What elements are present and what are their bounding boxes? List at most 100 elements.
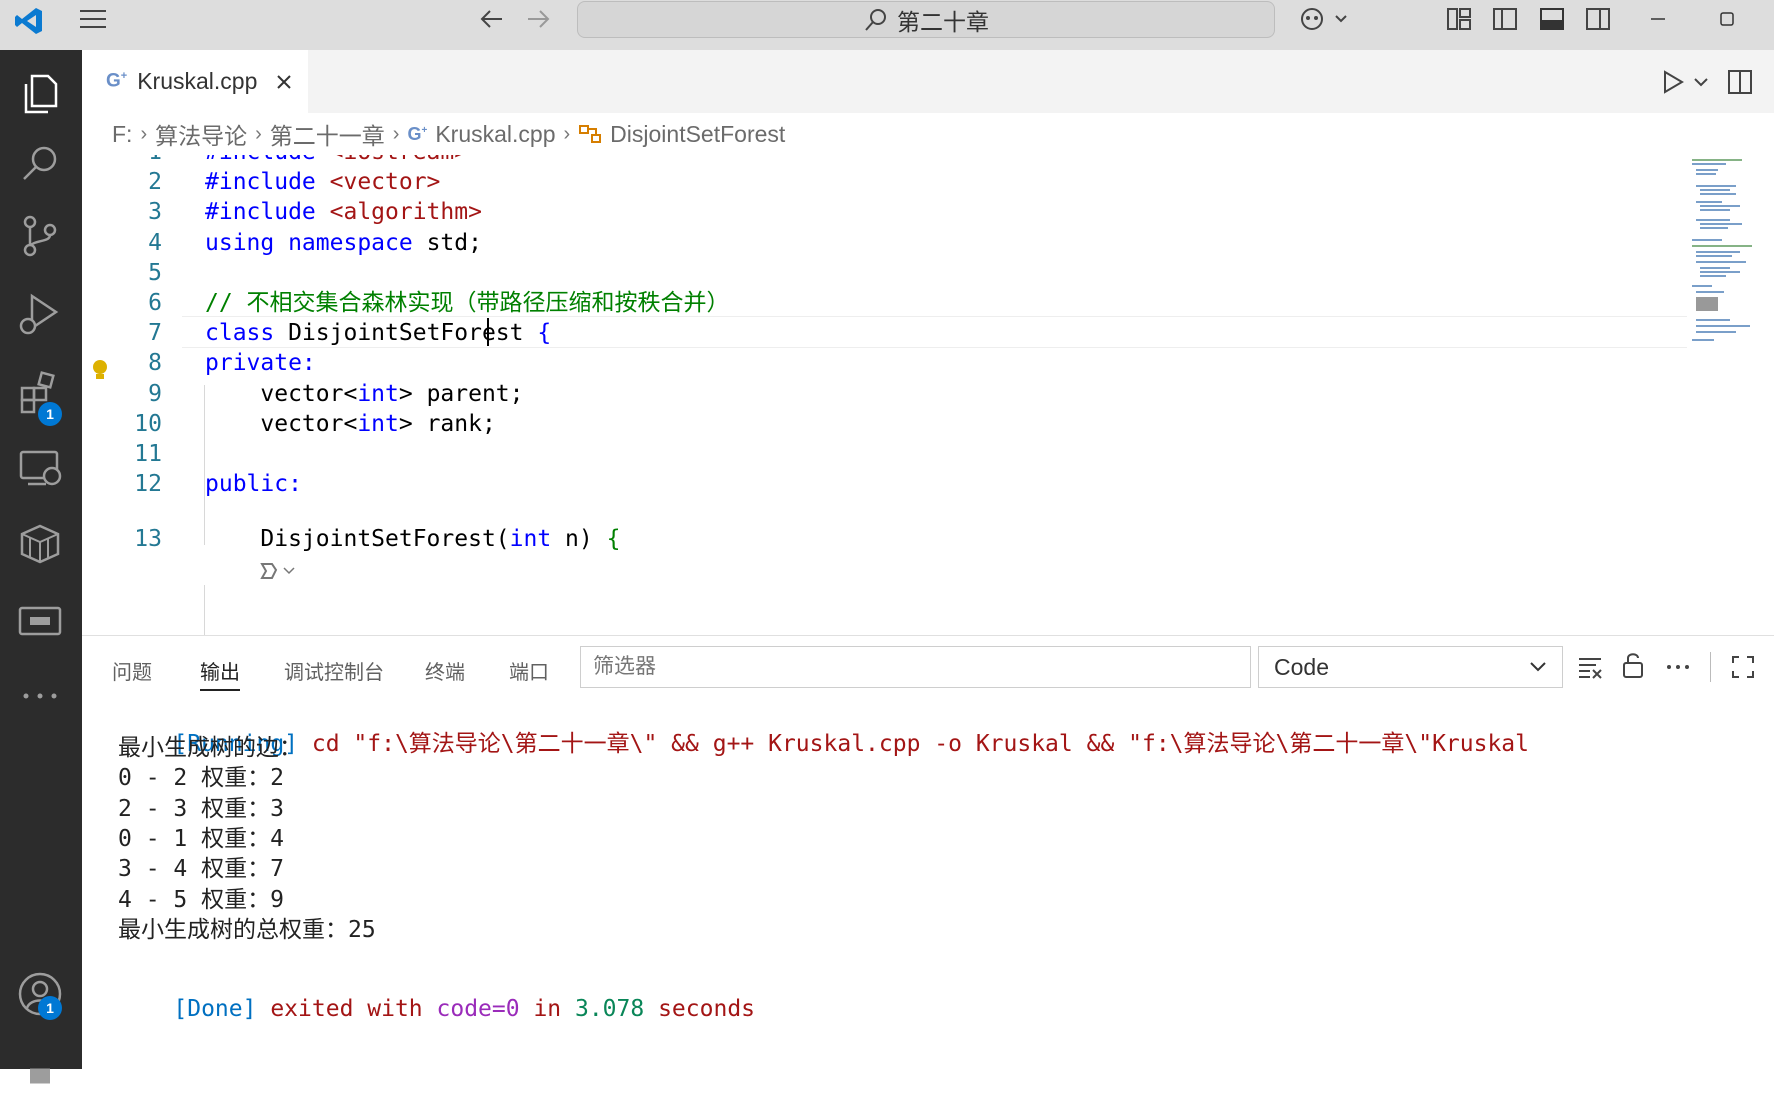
code-token: ( (495, 526, 510, 552)
filter-input[interactable]: 筛选器 (580, 646, 1251, 688)
clear-output-icon[interactable] (1576, 654, 1604, 680)
more-actions-icon[interactable] (1664, 654, 1692, 680)
line-number: 10 (134, 411, 162, 437)
line-number: 5 (148, 260, 162, 286)
lightbulb-icon[interactable] (90, 358, 110, 382)
maximize-icon[interactable] (1715, 6, 1739, 32)
run-debug-icon[interactable] (16, 290, 64, 338)
command-center-search[interactable]: 第二十章 (577, 1, 1275, 38)
breadcrumb-folder1[interactable]: 算法导论 (155, 117, 247, 151)
code-token: using namespace (205, 230, 427, 256)
code-token: <iostream> (330, 155, 468, 165)
maximize-panel-icon[interactable] (1730, 654, 1756, 680)
manage-gear-icon[interactable] (16, 1050, 64, 1098)
output-channel-select[interactable]: Code (1258, 646, 1563, 688)
menu-icon[interactable] (78, 8, 108, 30)
breadcrumb-folder2[interactable]: 第二十一章 (270, 117, 385, 151)
source-control-icon[interactable] (16, 212, 64, 260)
copilot-inline-icon[interactable] (258, 560, 298, 582)
done-tag: [Done] (173, 996, 257, 1022)
chevron-right-icon: › (255, 122, 262, 145)
search-text: 第二十章 (897, 8, 989, 35)
code-token: vector< (205, 411, 358, 437)
code-token: <vector> (329, 169, 441, 195)
output-line: 最小生成树的边： (118, 735, 302, 761)
tab-debug-console[interactable]: 调试控制台 (284, 656, 384, 685)
running-command: cd "f:\算法导论\第二十一章\" && g++ Kruskal.cpp -… (298, 731, 1529, 757)
toggle-primary-sidebar-icon[interactable] (1491, 6, 1519, 32)
code-line[interactable]: 12 public: (82, 467, 1692, 501)
code-token: <algorithm> (329, 199, 482, 225)
code-token: n) (551, 526, 607, 552)
cpp-file-icon: G+ (106, 70, 128, 92)
code-line[interactable]: 13 DisjointSetForest(int n) { (82, 522, 1692, 556)
line-number: 9 (148, 381, 162, 407)
code-line[interactable]: 2 #include <vector> (82, 165, 1692, 199)
code-text: using namespace std; (205, 226, 482, 260)
back-arrow-icon[interactable] (478, 6, 506, 32)
code-line[interactable]: 5 (82, 256, 1692, 290)
more-icon[interactable] (16, 672, 64, 720)
output-done-line: [Done] exited with code=0 in 3.078 secon… (118, 970, 755, 1048)
code-text: DisjointSetForest(int n) { (205, 522, 620, 556)
code-line[interactable]: 10 vector<int> rank; (82, 407, 1692, 441)
breadcrumb-symbol[interactable]: DisjointSetForest (610, 121, 785, 148)
run-file-icon[interactable] (1660, 68, 1686, 96)
code-line[interactable]: 8 private: (82, 346, 1692, 380)
line-number: 12 (134, 471, 162, 497)
code-line[interactable]: 3 #include <algorithm> (82, 195, 1692, 229)
minimize-icon[interactable] (1646, 6, 1670, 32)
code-token: #include (205, 199, 330, 225)
explorer-icon[interactable] (16, 70, 64, 118)
search-icon[interactable] (16, 140, 64, 188)
tab-terminal[interactable]: 终端 (425, 656, 465, 685)
code-token: #include (205, 169, 330, 195)
toggle-secondary-sidebar-icon[interactable] (1584, 6, 1612, 32)
code-text: vector<int> parent; (205, 377, 523, 411)
code-text: #include <algorithm> (205, 195, 482, 229)
copilot-icon[interactable] (1298, 5, 1350, 33)
title-bar: 第二十章 (0, 0, 1774, 50)
code-token: int (509, 526, 552, 552)
customize-layout-icon[interactable] (1445, 6, 1473, 32)
line-number: 8 (148, 350, 162, 376)
code-token: vector< (205, 381, 358, 407)
tab-problems[interactable]: 问题 (112, 656, 152, 685)
output-line: 0 - 2 权重：2 (118, 765, 284, 792)
code-text: vector<int> rank; (205, 407, 496, 441)
remote-explorer-icon[interactable] (16, 444, 64, 492)
lock-icon[interactable] (1620, 650, 1646, 680)
split-editor-icon[interactable] (1726, 68, 1754, 96)
code-token: > rank; (398, 411, 496, 437)
forward-arrow-icon[interactable] (524, 6, 552, 32)
containers-icon[interactable] (16, 520, 64, 568)
code-token: DisjointSetForest (205, 526, 496, 552)
minimap[interactable] (1692, 155, 1762, 355)
code-line[interactable]: 4 using namespace std; (82, 226, 1692, 260)
done-text-1: exited with (256, 996, 437, 1022)
close-icon[interactable] (275, 73, 293, 91)
breadcrumb-drive[interactable]: F: (112, 121, 132, 148)
code-token: #include (205, 155, 330, 165)
output-line: 2 - 3 权重：3 (118, 795, 284, 822)
code-editor[interactable]: 1#include <iostream>2#include <vector>3#… (82, 155, 1774, 635)
code-text: // 不相交集合森林实现（带路径压缩和按秩合并） (205, 286, 730, 320)
code-token: { (606, 526, 621, 552)
tab-output[interactable]: 输出 (200, 656, 240, 691)
code-line[interactable]: 6 // 不相交集合森林实现（带路径压缩和按秩合并） (82, 286, 1692, 320)
code-token: std; (426, 230, 482, 256)
code-line[interactable]: 9 vector<int> parent; (82, 377, 1692, 411)
breadcrumb-file[interactable]: Kruskal.cpp (435, 121, 555, 148)
code-text: public: (205, 467, 302, 501)
tab-ports[interactable]: 端口 (509, 656, 549, 685)
code-line[interactable]: 11 (82, 437, 1692, 471)
cpp-file-icon: G+ (407, 123, 428, 144)
chevron-down-icon[interactable] (1692, 74, 1710, 90)
chevron-down-icon (1530, 662, 1546, 672)
vscode-logo-icon (15, 8, 42, 34)
indent-guide (204, 585, 205, 635)
tab-kruskal-cpp[interactable]: G+ Kruskal.cpp (82, 50, 308, 113)
toggle-panel-icon[interactable] (1538, 6, 1566, 32)
remote-window-icon[interactable] (16, 598, 64, 646)
chevron-right-icon: › (392, 122, 400, 145)
